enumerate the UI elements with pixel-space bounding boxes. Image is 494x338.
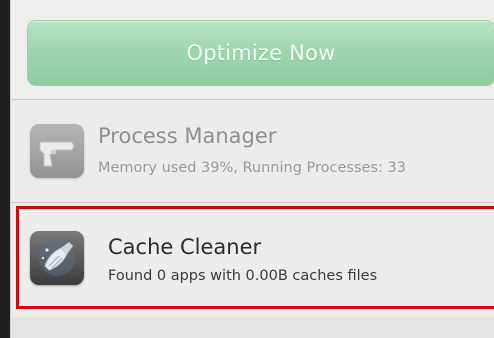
pistol-icon (30, 124, 84, 178)
next-list-item-partial (11, 318, 494, 338)
process-manager-subtitle: Memory used 39%, Running Processes: 33 (98, 160, 406, 176)
cache-cleaner-subtitle: Found 0 apps with 0.00B caches files (108, 268, 378, 284)
divider (11, 202, 494, 203)
divider (11, 99, 494, 100)
list-item-process-manager[interactable]: Process Manager Memory used 39%, Running… (11, 106, 494, 202)
cache-cleaner-title: Cache Cleaner (108, 235, 262, 259)
broom-icon (30, 231, 84, 285)
main-panel: Optimize Now Process Manager Memory used… (10, 0, 494, 338)
optimize-now-button[interactable]: Optimize Now (27, 20, 494, 86)
process-manager-title: Process Manager (98, 124, 277, 148)
list-item-cache-cleaner[interactable]: Cache Cleaner Found 0 apps with 0.00B ca… (16, 206, 494, 309)
optimize-section: Optimize Now (11, 0, 494, 98)
